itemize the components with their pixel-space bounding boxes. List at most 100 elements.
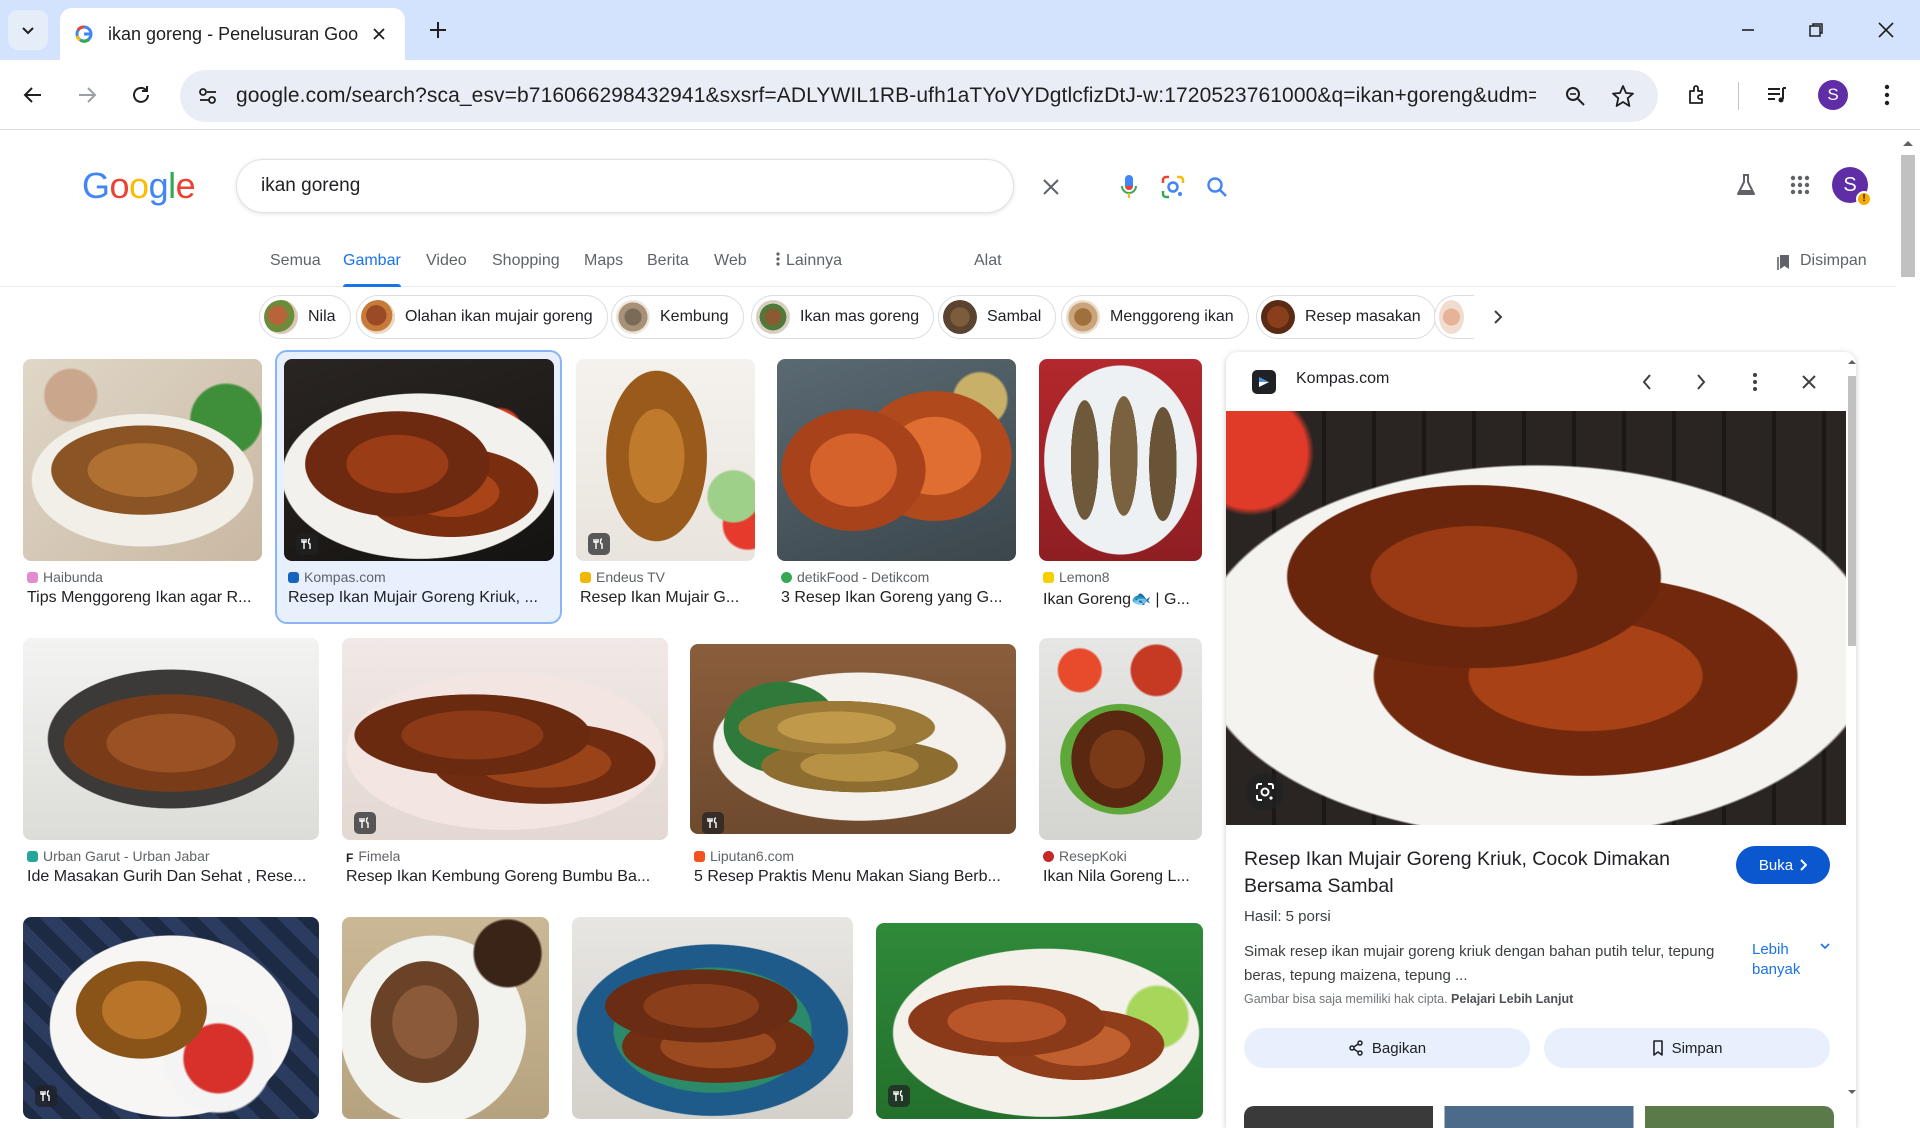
image-result[interactable]: Haibunda Tips Menggoreng Ikan agar R... (23, 359, 263, 629)
saved-button[interactable]: Disimpan (1776, 252, 1867, 270)
result-image[interactable] (1039, 359, 1202, 561)
image-result-selected[interactable]: Kompas.com Resep Ikan Mujair Goreng Kriu… (284, 359, 554, 629)
image-result[interactable] (572, 917, 853, 1128)
result-caption[interactable]: 5 Resep Praktis Menu Makan Siang Berb... (694, 868, 1014, 886)
panel-scrollbar-thumb[interactable] (1848, 376, 1856, 646)
tab-video[interactable]: Video (426, 247, 467, 287)
tab-search-button[interactable] (8, 10, 48, 50)
result-image[interactable] (876, 923, 1203, 1119)
panel-title[interactable]: Resep Ikan Mujair Goreng Kriuk, Cocok Di… (1244, 846, 1714, 900)
result-image[interactable] (284, 359, 554, 561)
result-caption[interactable]: Ikan Nila Goreng L... (1043, 868, 1201, 886)
tab-gambar[interactable]: Gambar (343, 247, 401, 287)
panel-more-options-button[interactable] (1738, 365, 1772, 399)
save-button[interactable]: Simpan (1544, 1028, 1830, 1068)
tab-lainnya[interactable]: Lainnya (776, 247, 842, 287)
media-controls-button[interactable] (1756, 74, 1798, 116)
result-caption[interactable]: Resep Ikan Mujair G... (580, 589, 754, 607)
chip-nila[interactable]: Nila (259, 295, 351, 339)
result-source[interactable]: Lemon8 (1043, 569, 1110, 585)
image-result[interactable]: detikFood - Detikcom 3 Resep Ikan Goreng… (777, 359, 1017, 629)
panel-source-name[interactable]: Kompas.com (1296, 370, 1389, 388)
previous-image-button[interactable] (1630, 365, 1664, 399)
result-caption[interactable]: Tips Menggoreng Ikan agar R... (27, 589, 261, 607)
tab-semua[interactable]: Semua (270, 247, 321, 287)
result-source[interactable]: detikFood - Detikcom (781, 569, 929, 585)
result-caption[interactable]: Resep Ikan Mujair Goreng Kriuk, ... (288, 589, 552, 607)
image-result[interactable]: Endeus TV Resep Ikan Mujair G... (576, 359, 756, 629)
result-caption[interactable]: Resep Ikan Kembung Goreng Bumbu Ba... (346, 868, 666, 886)
result-source[interactable]: Kompas.com (288, 569, 386, 585)
close-window-button[interactable] (1862, 10, 1910, 50)
image-result[interactable] (876, 917, 1203, 1128)
tab-web[interactable]: Web (714, 247, 747, 287)
result-source[interactable]: Liputan6.com (694, 848, 794, 864)
profile-button[interactable]: S (1812, 74, 1854, 116)
result-source[interactable]: Endeus TV (580, 569, 665, 585)
next-image-button[interactable] (1684, 365, 1718, 399)
close-panel-button[interactable] (1792, 365, 1826, 399)
zoom-button[interactable] (1560, 81, 1590, 111)
tab-berita[interactable]: Berita (647, 247, 689, 287)
result-image[interactable] (23, 359, 262, 561)
search-submit-button[interactable] (1201, 171, 1233, 203)
result-image[interactable] (342, 917, 549, 1119)
result-image[interactable] (1039, 638, 1202, 840)
tools-button[interactable]: Alat (974, 247, 1002, 287)
site-info-button[interactable] (194, 82, 222, 110)
preview-image[interactable] (1226, 411, 1846, 825)
google-apps-button[interactable] (1780, 165, 1820, 205)
chip-olahan-ikan-mujair-goreng[interactable]: Olahan ikan mujair goreng (356, 295, 608, 339)
result-image[interactable] (690, 644, 1016, 834)
chip-menggoreng-ikan[interactable]: Menggoreng ikan (1061, 295, 1249, 339)
result-caption[interactable]: 3 Resep Ikan Goreng yang G... (781, 589, 1015, 607)
back-button[interactable] (12, 74, 54, 116)
image-result[interactable]: ResepKoki Ikan Nila Goreng L... (1039, 638, 1203, 898)
minimize-button[interactable] (1724, 10, 1772, 50)
reload-button[interactable] (120, 74, 162, 116)
result-source[interactable]: Haibunda (27, 569, 103, 585)
google-account-button[interactable]: S ! (1830, 165, 1872, 207)
clear-search-button[interactable] (1035, 171, 1067, 203)
image-result[interactable] (342, 917, 549, 1128)
url-text[interactable]: google.com/search?sca_esv=b7160662984329… (236, 70, 1536, 122)
google-logo[interactable]: Google (82, 165, 196, 207)
tab-close-button[interactable] (367, 22, 391, 46)
chip-partial[interactable] (1434, 295, 1474, 339)
result-source[interactable]: F Fimela (346, 848, 400, 864)
result-image[interactable] (777, 359, 1016, 561)
show-more-button[interactable]: Lebih banyak (1752, 940, 1832, 980)
search-labs-button[interactable] (1726, 165, 1766, 205)
image-result[interactable]: Lemon8 Ikan Goreng🐟 | G... (1039, 359, 1203, 629)
result-image[interactable] (342, 638, 668, 840)
result-source[interactable]: Urban Garut - Urban Jabar (27, 848, 210, 864)
extensions-button[interactable] (1677, 74, 1719, 116)
result-image[interactable] (23, 638, 319, 840)
lens-search-button[interactable] (1157, 171, 1189, 203)
page-scrollbar-thumb[interactable] (1901, 155, 1915, 277)
chip-ikan-mas-goreng[interactable]: Ikan mas goreng (751, 295, 935, 339)
result-image[interactable] (572, 917, 853, 1119)
new-tab-button[interactable] (418, 12, 458, 48)
tab-shopping[interactable]: Shopping (492, 247, 560, 287)
chip-kembung[interactable]: Kembung (611, 295, 744, 339)
image-result[interactable]: F Fimela Resep Ikan Kembung Goreng Bumbu … (342, 638, 668, 898)
chip-sambal[interactable]: Sambal (938, 295, 1057, 339)
page-scrollbar[interactable] (1896, 131, 1920, 1128)
image-result[interactable]: Urban Garut - Urban Jabar Ide Masakan Gu… (23, 638, 319, 898)
search-inside-image-button[interactable] (1246, 773, 1284, 811)
browser-tab-active[interactable]: ikan goreng - Penelusuran Goo (60, 8, 405, 60)
tab-maps[interactable]: Maps (584, 247, 623, 287)
chips-next-button[interactable] (1482, 301, 1514, 333)
bookmark-star-button[interactable] (1608, 81, 1638, 111)
result-caption[interactable]: Ide Masakan Gurih Dan Sehat , Rese... (27, 868, 317, 886)
result-image[interactable] (23, 917, 319, 1119)
chrome-menu-button[interactable] (1866, 74, 1908, 116)
related-images-strip[interactable] (1244, 1106, 1834, 1128)
panel-scrollbar[interactable] (1848, 352, 1856, 1128)
result-caption[interactable]: Ikan Goreng🐟 | G... (1043, 589, 1201, 609)
search-input[interactable]: ikan goreng (261, 160, 360, 212)
result-source[interactable]: ResepKoki (1043, 848, 1127, 864)
address-bar[interactable]: google.com/search?sca_esv=b7160662984329… (180, 70, 1658, 122)
result-image[interactable] (576, 359, 755, 561)
